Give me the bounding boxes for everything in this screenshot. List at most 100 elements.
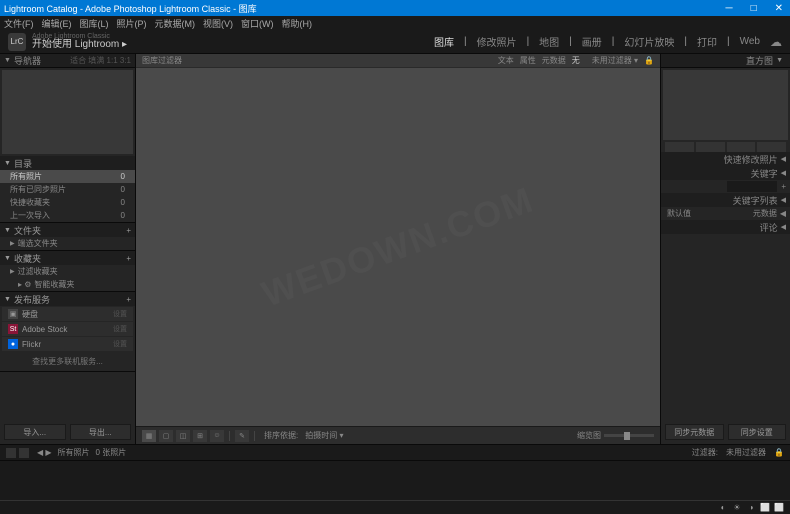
status-icon-5[interactable]: ⬜ [774, 503, 784, 513]
filter-attribute[interactable]: 属性 [520, 55, 536, 66]
library-filter-bar: 图库过滤器 文本 属性 元数据 无 未用过滤器 ▾ 🔒 [136, 54, 660, 68]
menu-photo[interactable]: 照片(P) [117, 17, 147, 30]
histogram-display[interactable] [663, 70, 788, 140]
collections-filter[interactable]: ▶过滤收藏夹 [0, 265, 135, 278]
filmstrip-filter-preset[interactable]: 未用过滤器 [726, 447, 766, 458]
menu-file[interactable]: 文件(F) [4, 17, 34, 30]
filter-metadata[interactable]: 元数据 [542, 55, 566, 66]
module-sep: | [727, 36, 730, 47]
status-icon-2[interactable]: ☀ [732, 503, 742, 513]
cloud-sync-icon[interactable]: ☁ [770, 35, 782, 49]
filmstrip[interactable] [0, 460, 790, 500]
metadata-mode-row: 默认值元数据◀ [661, 207, 790, 220]
filter-text[interactable]: 文本 [498, 55, 514, 66]
catalog-all-photos[interactable]: 所有照片0 [0, 170, 135, 183]
menu-metadata[interactable]: 元数据(M) [155, 17, 196, 30]
publish-adobestock[interactable]: StAdobe Stock设置 [2, 322, 133, 336]
folders-header[interactable]: ▼文件夹+ [0, 223, 135, 237]
collections-header[interactable]: ▼收藏夹+ [0, 251, 135, 265]
painter-tool-button[interactable]: ✎ [235, 430, 249, 442]
keywordlist-header[interactable]: 关键字列表◀ [661, 193, 790, 207]
filter-none[interactable]: 无 [572, 55, 580, 66]
chevron-down-icon: ▼ [4, 57, 11, 64]
menu-help[interactable]: 帮助(H) [282, 17, 313, 30]
metadata-mode[interactable]: 默认值 [667, 208, 691, 219]
center-panel: 图库过滤器 文本 属性 元数据 无 未用过滤器 ▾ 🔒 WEDOWN.COM ▦… [136, 54, 660, 444]
export-button[interactable]: 导出... [70, 424, 132, 440]
filter-lock-icon[interactable]: 🔒 [644, 56, 654, 65]
window-title: Lightroom Catalog - Adobe Photoshop Ligh… [4, 2, 722, 15]
filmstrip-info-bar: ◀ ▶ 所有照片 0 张照片 过滤器: 未用过滤器 🔒 [0, 444, 790, 460]
app-title[interactable]: Adobe Lightroom Classic 开始使用 Lightroom ▸ [32, 33, 127, 50]
sync-metadata-button[interactable]: 同步元数据 [665, 424, 724, 440]
collections-panel: ▼收藏夹+ ▶过滤收藏夹 ▸ ⚙智能收藏夹 [0, 251, 135, 292]
catalog-synced[interactable]: 所有已同步照片0 [0, 183, 135, 196]
publish-panel: ▼发布服务+ ▣硬盘设置 StAdobe Stock设置 ●Flickr设置 查… [0, 292, 135, 372]
loupe-view-button[interactable]: ▢ [159, 430, 173, 442]
module-library[interactable]: 图库 [434, 34, 454, 49]
module-develop[interactable]: 修改照片 [477, 34, 517, 49]
quickdev-header[interactable]: 快速修改照片◀ [661, 152, 790, 166]
keywords-header[interactable]: 关键字◀ [661, 166, 790, 180]
filmstrip-filter-label: 过滤器: [692, 447, 718, 458]
catalog-panel: ▼目录 所有照片0 所有已同步照片0 快捷收藏夹0 上一次导入0 [0, 156, 135, 223]
minimize-button[interactable]: ─ [722, 3, 735, 14]
right-bottom-buttons: 同步元数据 同步设置 [661, 420, 790, 444]
keyword-filter-input[interactable] [727, 181, 777, 192]
main-display-icon[interactable] [6, 448, 16, 458]
survey-view-button[interactable]: ⊞ [193, 430, 207, 442]
left-panel: ▼ 导航器 适合 填满 1:1 3:1 ▼目录 所有照片0 所有已同步照片0 快… [0, 54, 136, 444]
module-web[interactable]: Web [740, 36, 760, 47]
filter-label: 图库过滤器 [142, 55, 182, 66]
publish-harddrive[interactable]: ▣硬盘设置 [2, 307, 133, 321]
grid-view-canvas[interactable]: WEDOWN.COM [136, 68, 660, 426]
status-icon-4[interactable]: ⬜ [760, 503, 770, 513]
catalog-header[interactable]: ▼目录 [0, 156, 135, 170]
import-button[interactable]: 导入... [4, 424, 66, 440]
status-icon-1[interactable]: ◐ [718, 503, 728, 513]
left-bottom-buttons: 导入... 导出... [0, 420, 135, 444]
filter-lock-icon[interactable]: 🔒 [774, 448, 784, 457]
close-button[interactable]: ✕ [772, 3, 786, 14]
folders-filter[interactable]: ▶端选文件夹 [0, 237, 135, 250]
second-display-icon[interactable] [19, 448, 29, 458]
module-book[interactable]: 画册 [582, 34, 602, 49]
people-view-button[interactable]: ☺ [210, 430, 224, 442]
maximize-button[interactable]: □ [748, 3, 760, 14]
thumbnail-size-slider[interactable] [604, 434, 654, 437]
menu-library[interactable]: 图库(L) [80, 17, 109, 30]
publish-flickr[interactable]: ●Flickr设置 [2, 337, 133, 351]
menu-view[interactable]: 视图(V) [203, 17, 233, 30]
navigator-header[interactable]: ▼ 导航器 适合 填满 1:1 3:1 [0, 54, 135, 68]
chevron-down-icon: ▼ [776, 57, 783, 64]
navigator-preview[interactable] [2, 70, 133, 154]
catalog-quick[interactable]: 快捷收藏夹0 [0, 196, 135, 209]
catalog-last-import[interactable]: 上一次导入0 [0, 209, 135, 222]
publish-find-more[interactable]: 查找更多联机服务... [0, 352, 135, 371]
publish-header[interactable]: ▼发布服务+ [0, 292, 135, 306]
filter-preset-dropdown[interactable]: 未用过滤器 ▾ [592, 55, 638, 66]
grid-view-button[interactable]: ▦ [142, 430, 156, 442]
compare-view-button[interactable]: ◫ [176, 430, 190, 442]
menu-window[interactable]: 窗口(W) [241, 17, 274, 30]
identity-plate-bar: LrC Adobe Lightroom Classic 开始使用 Lightro… [0, 30, 790, 54]
sort-label: 排序依据: [264, 430, 298, 441]
sync-settings-button[interactable]: 同步设置 [728, 424, 787, 440]
histogram-header[interactable]: 直方图 ▼ [661, 54, 790, 68]
comments-header[interactable]: 评论◀ [661, 220, 790, 234]
module-print[interactable]: 打印 [697, 34, 717, 49]
breadcrumb-arrow[interactable]: ◀ ▶ [37, 448, 52, 457]
breadcrumb-path[interactable]: 所有照片 [58, 447, 90, 458]
menu-edit[interactable]: 编辑(E) [42, 17, 72, 30]
status-bar: ◐ ☀ ◑ ⬜ ⬜ [0, 500, 790, 514]
window-titlebar: Lightroom Catalog - Adobe Photoshop Ligh… [0, 0, 790, 16]
module-map[interactable]: 地图 [539, 34, 559, 49]
collections-smart[interactable]: ▸ ⚙智能收藏夹 [0, 278, 135, 291]
app-badge-icon: LrC [8, 33, 26, 51]
thumbnail-label: 缩览图 [577, 430, 601, 441]
module-picker: 图库 | 修改照片 | 地图 | 画册 | 幻灯片放映 | 打印 | Web ☁ [434, 34, 782, 49]
status-icon-3[interactable]: ◑ [746, 503, 756, 513]
right-panel: 直方图 ▼ 快速修改照片◀ 关键字◀ + 关键字列表◀ 默认值元数据◀ 评论◀ … [660, 54, 790, 444]
module-slideshow[interactable]: 幻灯片放映 [624, 34, 674, 49]
sort-dropdown[interactable]: 拍摄时间 ▾ [305, 430, 343, 441]
